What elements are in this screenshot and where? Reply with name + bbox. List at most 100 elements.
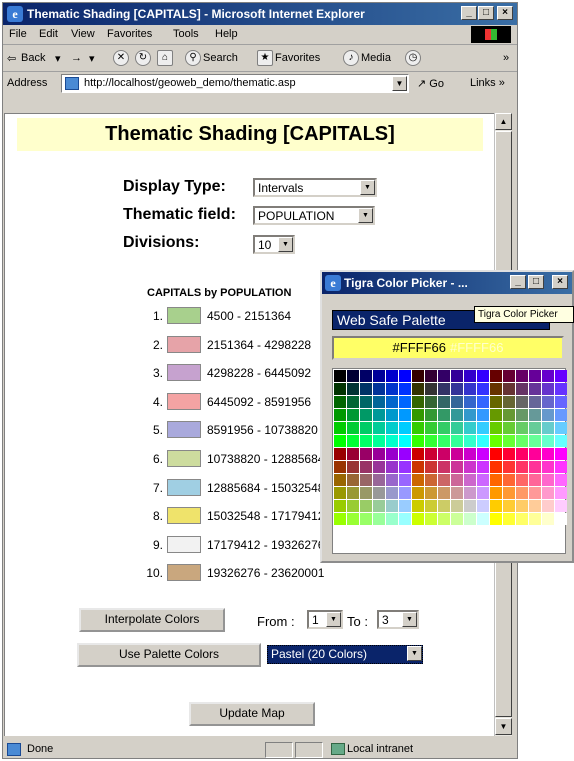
color-swatch[interactable] bbox=[334, 396, 346, 408]
color-swatch[interactable] bbox=[334, 422, 346, 434]
color-swatch[interactable] bbox=[490, 461, 502, 473]
color-swatch[interactable] bbox=[464, 435, 476, 447]
legend-swatch[interactable] bbox=[167, 392, 201, 410]
color-swatch[interactable] bbox=[412, 370, 424, 382]
color-swatch[interactable] bbox=[425, 409, 437, 421]
color-swatch[interactable] bbox=[490, 383, 502, 395]
color-swatch[interactable] bbox=[516, 435, 528, 447]
color-swatch[interactable] bbox=[438, 435, 450, 447]
color-swatch[interactable] bbox=[360, 500, 372, 512]
color-swatch[interactable] bbox=[555, 409, 567, 421]
color-swatch[interactable] bbox=[503, 461, 515, 473]
color-swatch[interactable] bbox=[542, 461, 554, 473]
color-swatch[interactable] bbox=[412, 487, 424, 499]
color-swatch[interactable] bbox=[477, 435, 489, 447]
forward-button[interactable]: → bbox=[71, 52, 82, 64]
color-swatch[interactable] bbox=[464, 474, 476, 486]
color-swatch[interactable] bbox=[555, 474, 567, 486]
color-swatch[interactable] bbox=[490, 487, 502, 499]
menu-file[interactable]: File bbox=[9, 28, 27, 40]
color-swatch[interactable] bbox=[412, 500, 424, 512]
menu-favorites[interactable]: Favorites bbox=[107, 28, 152, 40]
color-swatch[interactable] bbox=[451, 435, 463, 447]
color-swatch[interactable] bbox=[542, 422, 554, 434]
links-button[interactable]: Links » bbox=[470, 77, 505, 89]
color-swatch[interactable] bbox=[347, 487, 359, 499]
to-select[interactable]: 3 ▼ bbox=[377, 610, 419, 629]
picker-minimize-button[interactable]: _ bbox=[510, 275, 526, 289]
refresh-icon[interactable]: ↻ bbox=[135, 50, 151, 66]
color-swatch[interactable] bbox=[542, 383, 554, 395]
color-swatch[interactable] bbox=[516, 409, 528, 421]
color-swatch[interactable] bbox=[399, 487, 411, 499]
scroll-up-icon[interactable]: ▲ bbox=[495, 113, 512, 130]
color-swatch[interactable] bbox=[386, 513, 398, 525]
color-swatch[interactable] bbox=[425, 461, 437, 473]
color-swatch[interactable] bbox=[516, 500, 528, 512]
color-swatch[interactable] bbox=[360, 383, 372, 395]
color-swatch[interactable] bbox=[503, 487, 515, 499]
legend-swatch[interactable] bbox=[167, 507, 201, 525]
color-swatch[interactable] bbox=[503, 474, 515, 486]
color-swatch[interactable] bbox=[464, 487, 476, 499]
color-swatch[interactable] bbox=[555, 487, 567, 499]
color-swatch[interactable] bbox=[412, 383, 424, 395]
color-swatch[interactable] bbox=[386, 474, 398, 486]
minimize-button[interactable]: _ bbox=[461, 6, 477, 20]
color-swatch[interactable] bbox=[373, 422, 385, 434]
color-swatch[interactable] bbox=[477, 448, 489, 460]
color-swatch[interactable] bbox=[347, 513, 359, 525]
interpolate-colors-button[interactable]: Interpolate Colors bbox=[79, 608, 225, 632]
color-swatch[interactable] bbox=[399, 513, 411, 525]
color-swatch[interactable] bbox=[503, 448, 515, 460]
picker-title-bar[interactable]: e Tigra Color Picker - ... _ □ × bbox=[322, 272, 572, 294]
color-swatch[interactable] bbox=[334, 448, 346, 460]
color-swatch[interactable] bbox=[516, 474, 528, 486]
color-swatch[interactable] bbox=[399, 474, 411, 486]
color-swatch[interactable] bbox=[555, 448, 567, 460]
use-palette-colors-button[interactable]: Use Palette Colors bbox=[77, 643, 261, 667]
color-swatch[interactable] bbox=[360, 396, 372, 408]
color-swatch[interactable] bbox=[516, 422, 528, 434]
color-swatch[interactable] bbox=[334, 383, 346, 395]
color-swatch[interactable] bbox=[347, 448, 359, 460]
color-swatch[interactable] bbox=[425, 448, 437, 460]
color-swatch[interactable] bbox=[529, 448, 541, 460]
color-swatch[interactable] bbox=[438, 422, 450, 434]
color-swatch[interactable] bbox=[425, 513, 437, 525]
color-swatch[interactable] bbox=[529, 487, 541, 499]
picker-close-button[interactable]: × bbox=[552, 275, 568, 289]
color-swatch[interactable] bbox=[516, 461, 528, 473]
search-button[interactable]: Search bbox=[203, 52, 238, 64]
color-swatch[interactable] bbox=[425, 422, 437, 434]
color-swatch[interactable] bbox=[464, 422, 476, 434]
color-swatch[interactable] bbox=[425, 500, 437, 512]
color-swatch[interactable] bbox=[529, 461, 541, 473]
picker-maximize-button[interactable]: □ bbox=[528, 275, 544, 289]
color-swatch[interactable] bbox=[542, 370, 554, 382]
color-swatch[interactable] bbox=[334, 474, 346, 486]
color-swatch[interactable] bbox=[490, 370, 502, 382]
color-swatch[interactable] bbox=[503, 396, 515, 408]
color-swatch[interactable] bbox=[360, 487, 372, 499]
color-swatch[interactable] bbox=[529, 383, 541, 395]
chevron-down-icon[interactable]: ▼ bbox=[407, 646, 422, 661]
color-swatch[interactable] bbox=[373, 383, 385, 395]
legend-swatch[interactable] bbox=[167, 307, 201, 324]
color-swatch[interactable] bbox=[386, 435, 398, 447]
color-swatch[interactable] bbox=[477, 383, 489, 395]
legend-swatch[interactable] bbox=[167, 535, 201, 553]
color-swatch[interactable] bbox=[373, 500, 385, 512]
go-button[interactable]: ↗ Go bbox=[417, 77, 444, 90]
color-swatch[interactable] bbox=[347, 500, 359, 512]
color-swatch[interactable] bbox=[477, 461, 489, 473]
color-swatch[interactable] bbox=[490, 396, 502, 408]
color-swatch[interactable] bbox=[425, 370, 437, 382]
color-swatch[interactable] bbox=[360, 422, 372, 434]
color-swatch[interactable] bbox=[451, 396, 463, 408]
color-swatch[interactable] bbox=[399, 396, 411, 408]
color-swatch[interactable] bbox=[360, 448, 372, 460]
title-bar[interactable]: e Thematic Shading [CAPITALS] - Microsof… bbox=[3, 3, 517, 25]
color-swatch[interactable] bbox=[555, 396, 567, 408]
color-swatch[interactable] bbox=[360, 461, 372, 473]
